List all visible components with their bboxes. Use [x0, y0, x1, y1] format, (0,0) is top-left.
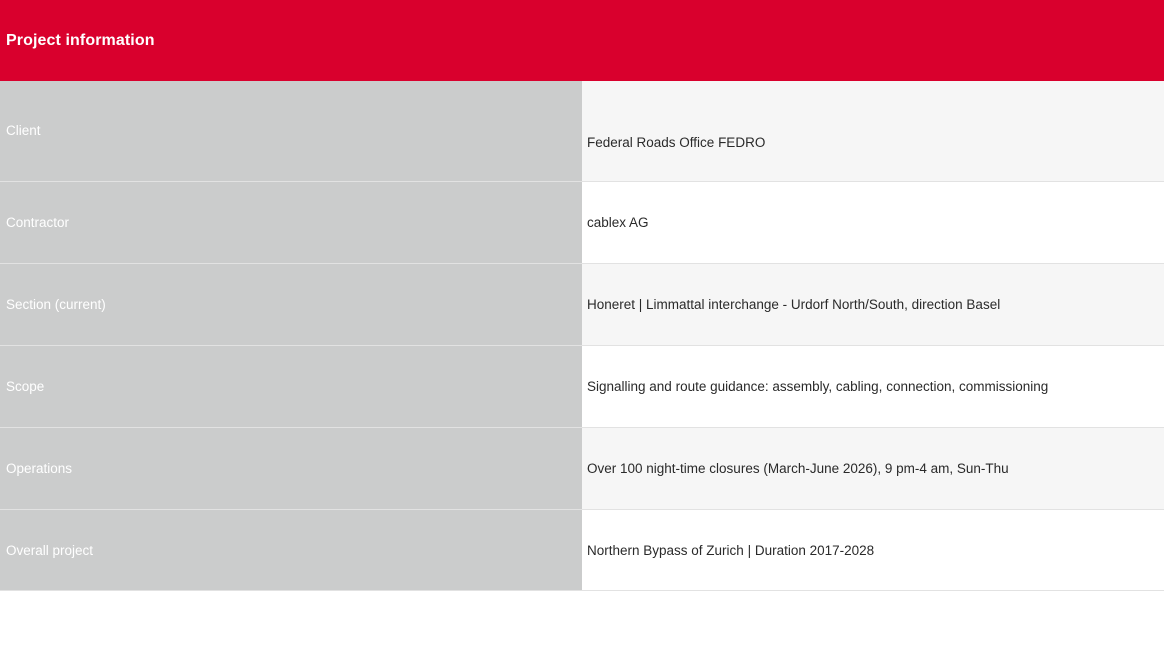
row-label: Operations — [0, 428, 582, 509]
row-value: Honeret | Limmattal interchange - Urdorf… — [582, 264, 1164, 345]
row-value: Federal Roads Office FEDRO — [582, 81, 1164, 181]
row-label: Scope — [0, 346, 582, 427]
row-label: Overall project — [0, 510, 582, 590]
table-row-section: Section (current) Honeret | Limmattal in… — [0, 263, 1164, 345]
row-value: Over 100 night-time closures (March-June… — [582, 428, 1164, 509]
row-value: cablex AG — [582, 182, 1164, 263]
row-value: Signalling and route guidance: assembly,… — [582, 346, 1164, 427]
table-header: Project information — [0, 0, 1164, 81]
row-label: Contractor — [0, 182, 582, 263]
project-info-table: Project information Client Federal Roads… — [0, 0, 1164, 591]
table-row-scope: Scope Signalling and route guidance: ass… — [0, 345, 1164, 427]
table-row-contractor: Contractor cablex AG — [0, 181, 1164, 263]
row-label: Client — [0, 81, 582, 181]
row-value: Northern Bypass of Zurich | Duration 201… — [582, 510, 1164, 590]
row-label: Section (current) — [0, 264, 582, 345]
table-title: Project information — [6, 31, 155, 49]
table-row-operations: Operations Over 100 night-time closures … — [0, 427, 1164, 509]
table-row-overall-project: Overall project Northern Bypass of Zuric… — [0, 509, 1164, 591]
table-row-client: Client Federal Roads Office FEDRO — [0, 81, 1164, 181]
